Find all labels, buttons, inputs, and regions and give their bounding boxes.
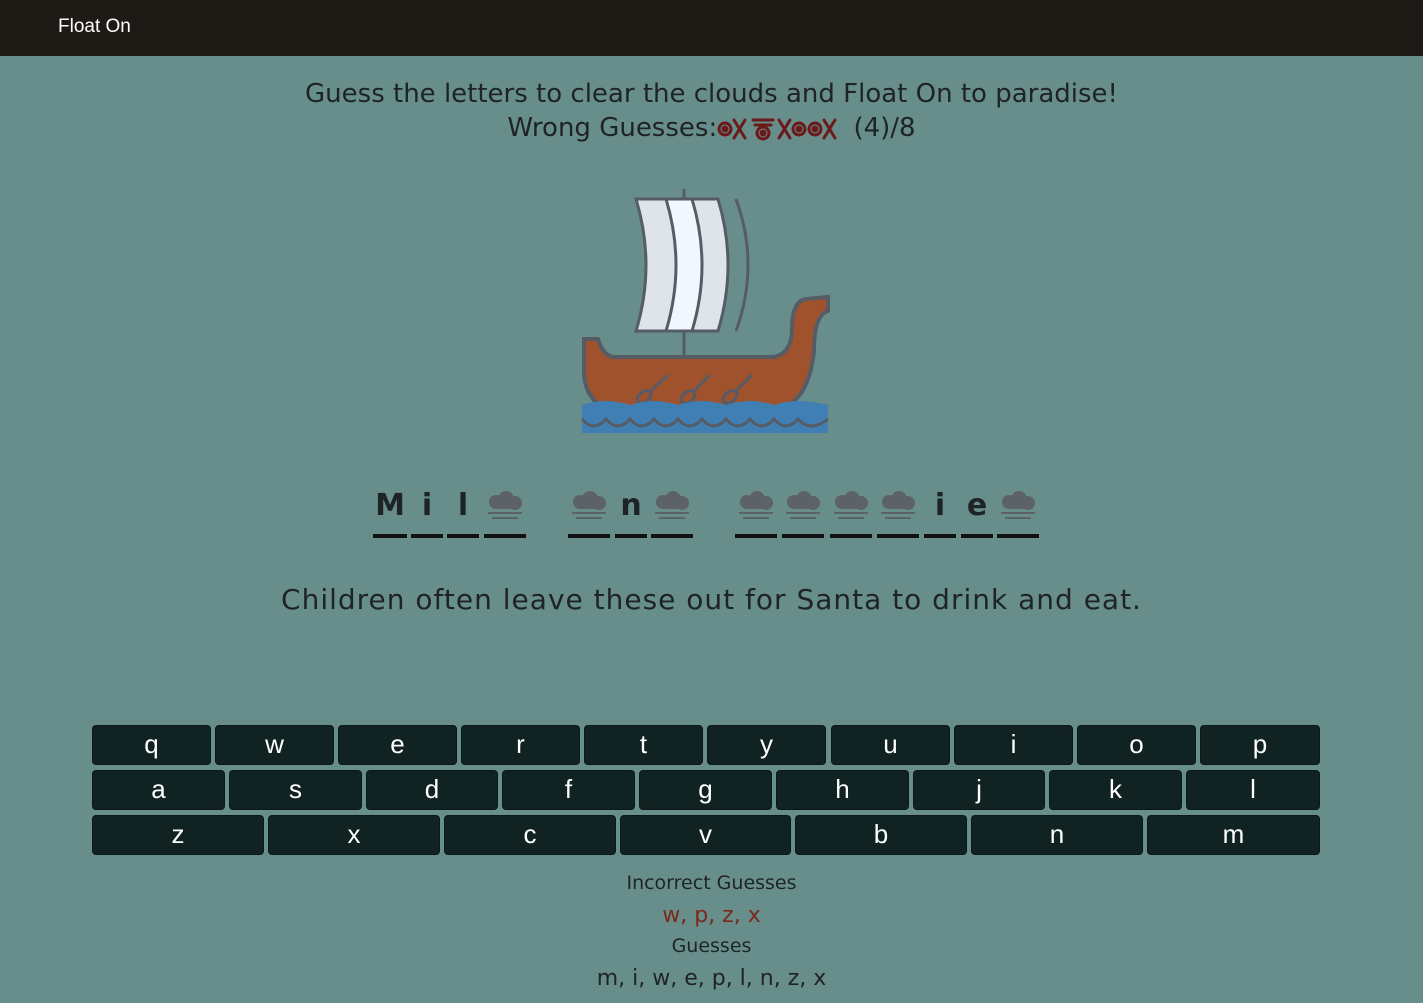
- word-1: M i l: [373, 484, 527, 540]
- word-2: n: [568, 484, 694, 540]
- dead-faces-icon: [717, 118, 837, 140]
- letter-slot-hidden: [782, 484, 824, 538]
- key-m[interactable]: m: [1147, 815, 1320, 855]
- key-s[interactable]: s: [229, 770, 362, 810]
- navbar: Float On: [0, 0, 1423, 56]
- wrong-guesses-line: Wrong Guesses: (4)/8: [0, 111, 1423, 145]
- key-x[interactable]: x: [268, 815, 440, 855]
- key-t[interactable]: t: [584, 725, 703, 765]
- key-e[interactable]: e: [338, 725, 457, 765]
- keyboard-row-2: a s d f g h j k l: [92, 770, 1320, 810]
- key-b[interactable]: b: [795, 815, 967, 855]
- letter-slot-hidden: [651, 484, 693, 538]
- key-w[interactable]: w: [215, 725, 334, 765]
- key-z[interactable]: z: [92, 815, 264, 855]
- cloud-icon: [739, 491, 773, 519]
- letter-slot-hidden: [997, 484, 1039, 538]
- clue-text: Children often leave these out for Santa…: [281, 583, 1142, 616]
- key-q[interactable]: q: [92, 725, 211, 765]
- key-r[interactable]: r: [461, 725, 580, 765]
- key-a[interactable]: a: [92, 770, 225, 810]
- key-h[interactable]: h: [776, 770, 909, 810]
- letter-slot-hidden: [735, 484, 777, 538]
- cloud-icon: [881, 491, 915, 519]
- key-d[interactable]: d: [366, 770, 498, 810]
- keyboard-row-1: q w e r t y u i o p: [92, 725, 1320, 765]
- keyboard-row-3: z x c v b n m: [92, 815, 1320, 855]
- cloud-icon: [488, 491, 522, 519]
- key-f[interactable]: f: [502, 770, 635, 810]
- guesses-label: Guesses: [671, 935, 752, 957]
- letter-slot: M: [373, 484, 407, 538]
- cloud-icon: [572, 491, 606, 519]
- key-o[interactable]: o: [1077, 725, 1196, 765]
- guesses-value: m, i, w, e, p, l, n, z, x: [596, 966, 827, 991]
- key-g[interactable]: g: [639, 770, 772, 810]
- key-j[interactable]: j: [913, 770, 1045, 810]
- key-l[interactable]: l: [1186, 770, 1320, 810]
- cloud-icon: [655, 491, 689, 519]
- letter-slot-hidden: [877, 484, 919, 538]
- cloud-icon: [786, 491, 820, 519]
- key-c[interactable]: c: [444, 815, 616, 855]
- wrong-guesses-label: Wrong Guesses:: [507, 113, 718, 143]
- key-v[interactable]: v: [620, 815, 791, 855]
- key-n[interactable]: n: [971, 815, 1143, 855]
- key-u[interactable]: u: [831, 725, 950, 765]
- letter-slot: n: [615, 484, 647, 538]
- letter-slot: l: [447, 484, 479, 538]
- incorrect-guesses-label: Incorrect Guesses: [626, 872, 797, 894]
- cloud-icon: [834, 491, 868, 519]
- key-p[interactable]: p: [1200, 725, 1320, 765]
- incorrect-guesses-value: w, p, z, x: [662, 903, 761, 928]
- key-i[interactable]: i: [954, 725, 1073, 765]
- letter-slot-hidden: [568, 484, 610, 538]
- letter-slot-hidden: [484, 484, 526, 538]
- letter-slot: i: [411, 484, 443, 538]
- wrong-guesses-count: (4)/8: [853, 113, 916, 143]
- letter-slot: i: [924, 484, 956, 538]
- letter-slot: e: [961, 484, 993, 538]
- key-k[interactable]: k: [1049, 770, 1182, 810]
- viking-boat-image: [580, 189, 830, 433]
- cloud-icon: [1001, 491, 1035, 519]
- word-3: i e: [735, 484, 1040, 540]
- key-y[interactable]: y: [707, 725, 826, 765]
- instructions: Guess the letters to clear the clouds an…: [305, 79, 1118, 109]
- letter-slot-hidden: [830, 484, 872, 538]
- brand-link[interactable]: Float On: [58, 16, 131, 38]
